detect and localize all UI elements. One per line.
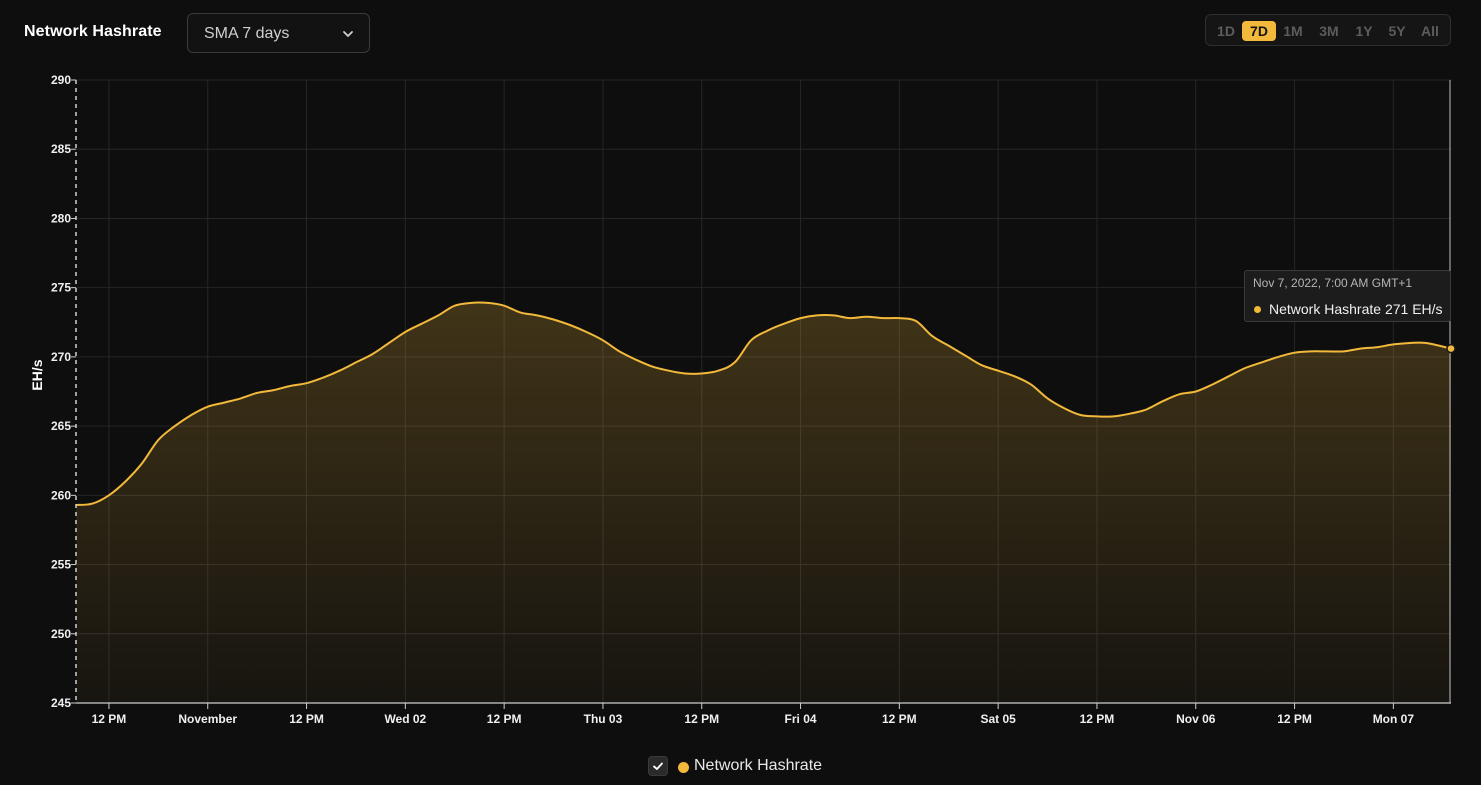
y-tick-label: 290: [51, 73, 71, 87]
x-axis-ticks: 12 PM November 12 PM Wed 02 12 PM Thu 03 12 PM…: [92, 703, 1415, 726]
y-axis-label: EH/s: [29, 359, 45, 390]
hashrate-area: [76, 302, 1451, 703]
hover-point-marker: [1446, 343, 1456, 354]
y-axis-ticks: 245 250 255 260 265 270 275 280 285 290: [51, 73, 76, 710]
chart-page: Network Hashrate SMA 7 days 1D 7D 1M 3M …: [0, 0, 1481, 785]
legend-label[interactable]: Network Hashrate: [694, 757, 822, 775]
tooltip-date: Nov 7, 2022, 7:00 AM GMT+1: [1253, 276, 1413, 290]
x-tick-label: Fri 04: [785, 712, 817, 726]
tooltip-value-text: Network Hashrate 271 EH/s: [1269, 301, 1443, 317]
y-tick-label: 255: [51, 558, 71, 572]
x-tick-label: Wed 02: [384, 712, 426, 726]
hashrate-chart: 245 250 255 260 265 270 275 280 285 290 12 PM Nove…: [29, 73, 1456, 726]
y-tick-label: 250: [51, 627, 71, 641]
y-tick-label: 245: [51, 696, 71, 710]
y-tick-label: 285: [51, 142, 71, 156]
x-tick-label: 12 PM: [882, 712, 917, 726]
x-tick-label: Mon 07: [1373, 712, 1415, 726]
y-tick-label: 260: [51, 488, 71, 502]
x-tick-label: 12 PM: [1080, 712, 1115, 726]
x-tick-label: 12 PM: [684, 712, 719, 726]
x-tick-label: 12 PM: [1277, 712, 1312, 726]
y-tick-label: 270: [51, 350, 71, 364]
tooltip-series-name: Network Hashrate: [1269, 301, 1382, 317]
x-tick-label: 12 PM: [92, 712, 127, 726]
legend-toggle-checkbox[interactable]: [648, 756, 668, 776]
chart-tooltip: Nov 7, 2022, 7:00 AM GMT+1 Network Hashr…: [1244, 270, 1451, 322]
y-tick-label: 275: [51, 281, 71, 295]
x-tick-label: 12 PM: [487, 712, 522, 726]
tooltip-value: 271: [1384, 301, 1409, 317]
x-tick-label: Thu 03: [584, 712, 623, 726]
x-tick-label: November: [178, 712, 237, 726]
y-tick-label: 280: [51, 211, 71, 225]
tooltip-series-dot: [1254, 306, 1261, 313]
checkmark-icon: [653, 762, 663, 770]
tooltip-unit: EH/s: [1412, 301, 1443, 317]
x-tick-label: Sat 05: [980, 712, 1016, 726]
x-tick-label: Nov 06: [1176, 712, 1216, 726]
legend-series-dot: [678, 762, 689, 773]
x-tick-label: 12 PM: [289, 712, 324, 726]
y-tick-label: 265: [51, 419, 71, 433]
